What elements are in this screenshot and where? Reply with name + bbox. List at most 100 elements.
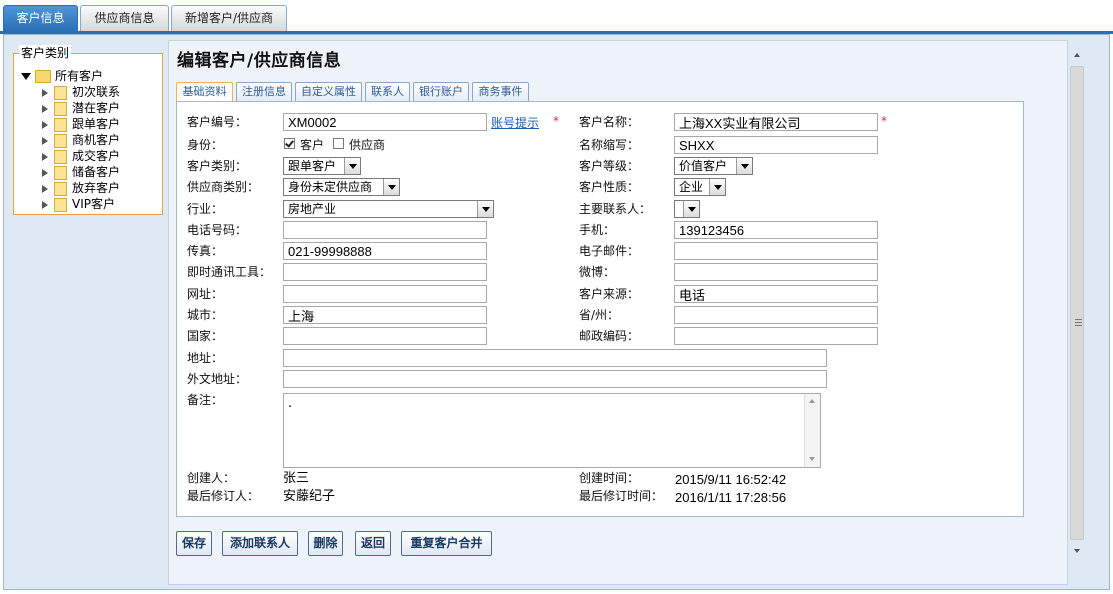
im-input[interactable] [283,263,487,281]
fax-label: 传真： [187,244,224,258]
foreign-address-input[interactable] [283,370,827,388]
source-input[interactable] [674,285,878,303]
tree-item-first-contact[interactable]: 初次联系 [42,84,120,100]
scroll-down-icon[interactable] [809,457,815,461]
back-button[interactable]: 返回 [355,531,391,556]
weibo-input[interactable] [674,263,878,281]
customer-nature-label: 客户性质： [579,180,640,194]
page-scrollbar[interactable] [1069,44,1086,561]
customer-level-select[interactable]: 价值客户 [674,157,753,175]
selected-value: 价值客户 [679,159,728,173]
tab-customer-info[interactable]: 客户信息 [3,5,78,31]
tree-item-label: 成交客户 [72,149,121,163]
tab-business-events[interactable]: 商务事件 [472,82,529,101]
merge-duplicates-button[interactable]: 重复客户合并 [401,531,492,556]
tree-item-vip[interactable]: VIP客户 [42,196,120,212]
modified-time-value: 2016/1/11 17:28:56 [675,490,787,505]
chevron-down-icon[interactable] [709,179,725,195]
identity-supplier-label: 供应商 [349,138,386,152]
expand-arrow-icon[interactable] [21,73,31,80]
created-time-label: 创建时间： [579,471,640,485]
scroll-down-icon[interactable] [1074,549,1080,553]
page-icon [54,101,67,116]
scroll-up-icon[interactable] [809,399,815,403]
tree-item-label: 初次联系 [72,85,121,99]
main-contact-select[interactable] [674,200,700,218]
collapsed-arrow-icon[interactable] [42,104,48,113]
chevron-down-icon[interactable] [736,158,752,174]
chevron-down-icon[interactable] [344,158,360,174]
tree-root-label: 所有客户 [55,69,104,83]
mobile-input[interactable] [674,221,878,239]
tab-supplier-info[interactable]: 供应商信息 [80,5,169,31]
tab-basic-info[interactable]: 基础资料 [176,82,233,102]
tree-item-label: 跟单客户 [72,117,121,131]
email-input[interactable] [674,242,878,260]
remarks-textarea[interactable]: . [283,393,821,468]
address-label: 地址： [187,351,224,365]
customer-name-input[interactable] [674,113,878,131]
chevron-down-icon[interactable] [383,179,399,195]
tree-item-following[interactable]: 跟单客户 [42,116,120,132]
collapsed-arrow-icon[interactable] [42,120,48,129]
save-button[interactable]: 保存 [176,531,212,556]
folder-icon [35,70,51,83]
collapsed-arrow-icon[interactable] [42,168,48,177]
remarks-text: . [288,396,293,411]
tree-item-reserve[interactable]: 储备客户 [42,164,120,180]
collapsed-arrow-icon[interactable] [42,200,48,209]
tree-item-potential[interactable]: 潜在客户 [42,100,120,116]
collapsed-arrow-icon[interactable] [42,184,48,193]
country-input[interactable] [283,327,487,345]
tree-legend: 客户类别 [19,45,72,61]
collapsed-arrow-icon[interactable] [42,152,48,161]
selected-value: 房地产业 [288,202,337,216]
customer-no-input[interactable] [283,113,487,131]
collapsed-arrow-icon[interactable] [42,136,48,145]
foreign-address-label: 外文地址： [187,372,248,386]
chevron-down-icon[interactable] [477,201,493,217]
customer-category-select[interactable]: 跟单客户 [283,157,361,175]
grip-icon [1075,319,1082,326]
identity-supplier-checkbox[interactable] [333,138,344,149]
tree-item-abandoned[interactable]: 放弃客户 [42,180,120,196]
tree-root[interactable]: 所有客户 [21,68,103,84]
scroll-up-icon[interactable] [1074,53,1080,57]
chevron-down-icon[interactable] [683,201,699,217]
website-input[interactable] [283,285,487,303]
tab-contacts[interactable]: 联系人 [365,82,410,101]
city-input[interactable] [283,306,487,324]
fax-input[interactable] [283,242,487,260]
website-label: 网址： [187,287,224,301]
postcode-input[interactable] [674,327,878,345]
modified-by-label: 最后修订人： [187,489,260,503]
country-label: 国家： [187,329,224,343]
mobile-label: 手机： [579,223,616,237]
identity-customer-checkbox[interactable] [284,138,295,149]
tab-new-customer-supplier[interactable]: 新增客户/供应商 [171,5,287,31]
created-by-label: 创建人： [187,471,236,485]
add-contact-button[interactable]: 添加联系人 [222,531,298,556]
delete-button[interactable]: 删除 [308,531,343,556]
tab-custom-attributes[interactable]: 自定义属性 [295,82,362,101]
supplier-category-select[interactable]: 身份未定供应商 [283,178,400,196]
customer-nature-select[interactable]: 企业 [674,178,726,196]
industry-select[interactable]: 房地产业 [283,200,494,218]
tree-item-label: VIP客户 [72,197,115,211]
phone-input[interactable] [283,221,487,239]
account-hint-link[interactable]: 账号提示 [491,115,539,131]
tab-registration[interactable]: 注册信息 [236,82,292,101]
scrollbar-thumb[interactable] [1070,66,1084,540]
tree-item-closed[interactable]: 成交客户 [42,148,120,164]
address-input[interactable] [283,349,827,367]
collapsed-arrow-icon[interactable] [42,88,48,97]
short-name-input[interactable] [674,136,878,154]
postcode-label: 邮政编码： [579,329,640,343]
identity-customer-label: 客户 [300,138,325,152]
tab-bank-accounts[interactable]: 银行账户 [413,82,469,101]
remarks-scrollbar[interactable] [804,394,820,467]
tree-item-opportunity[interactable]: 商机客户 [42,132,120,148]
province-input[interactable] [674,306,878,324]
tree-item-label: 放弃客户 [72,181,121,195]
source-label: 客户来源： [579,287,640,301]
